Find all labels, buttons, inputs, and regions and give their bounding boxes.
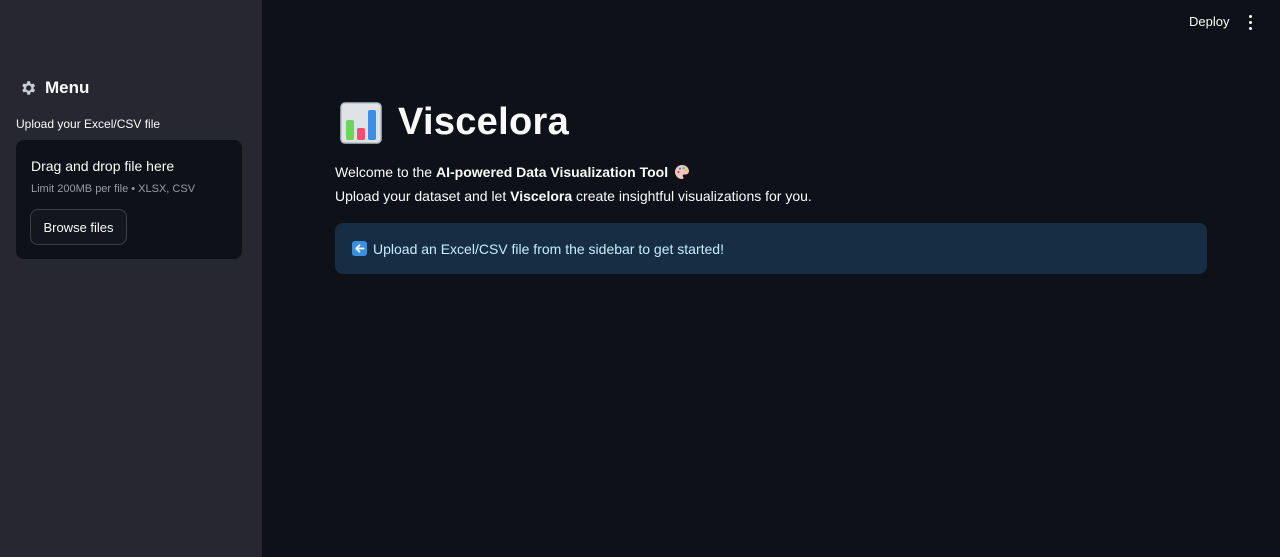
file-dropzone[interactable]: Drag and drop file here Limit 200MB per … [16, 140, 242, 259]
sidebar: Menu Upload your Excel/CSV file Drag and… [0, 0, 262, 557]
welcome-prefix: Welcome to the [335, 164, 433, 180]
intro-bold: Viscelora [510, 188, 573, 204]
dropzone-title: Drag and drop file here [31, 158, 175, 174]
page-title: Viscelora [340, 101, 569, 144]
left-arrow-icon [352, 241, 367, 256]
dropzone-limit-text: Limit 200MB per file • XLSX, CSV [31, 183, 196, 195]
sidebar-menu-header: Menu [19, 78, 89, 98]
browse-files-button[interactable]: Browse files [30, 209, 127, 245]
kebab-menu-icon[interactable] [1243, 12, 1257, 32]
welcome-line: Welcome to the AI-powered Data Visualiza… [335, 164, 690, 180]
page-title-text: Viscelora [398, 101, 570, 143]
info-alert: Upload an Excel/CSV file from the sideba… [335, 223, 1207, 274]
sidebar-menu-title: Menu [45, 78, 90, 97]
welcome-bold: AI-powered Data Visualization Tool [436, 164, 669, 180]
bar-chart-icon [340, 101, 382, 144]
intro-prefix: Upload your dataset and let [335, 188, 507, 204]
gear-icon [22, 81, 36, 95]
palette-icon [675, 164, 690, 179]
file-uploader-label: Upload your Excel/CSV file [16, 117, 161, 131]
intro-suffix: create insightful visualizations for you… [576, 188, 812, 204]
info-alert-message: Upload an Excel/CSV file from the sideba… [373, 240, 724, 257]
intro-line: Upload your dataset and let Viscelora cr… [335, 188, 812, 204]
app-root: Menu Upload your Excel/CSV file Drag and… [0, 0, 1280, 557]
deploy-button[interactable]: Deploy [1189, 14, 1229, 29]
